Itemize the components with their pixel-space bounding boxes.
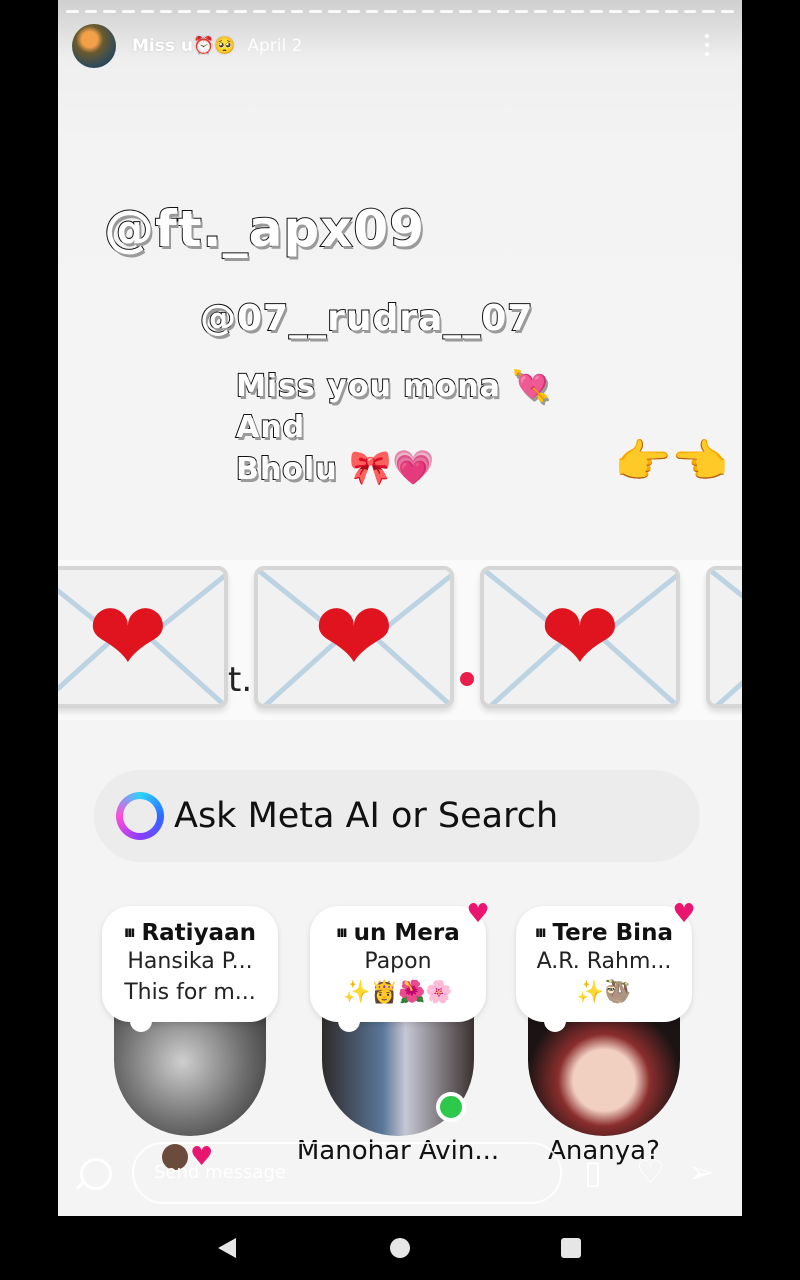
audio-bars-icon: ııı bbox=[336, 923, 348, 941]
screen: Miss u⏰🥺 April 2 @ft._apx09 @07__rudra__… bbox=[0, 0, 800, 1280]
envelope-peek-text: t. bbox=[228, 660, 253, 700]
audio-bars-icon: ııı bbox=[535, 923, 547, 941]
envelope-heart-icon: ❤ bbox=[480, 566, 680, 708]
story-author-avatar[interactable] bbox=[72, 24, 116, 68]
more-vertical-icon[interactable] bbox=[704, 34, 710, 56]
note-song-title: Ratiyaan bbox=[141, 920, 256, 946]
envelope-heart-icon: ❤ bbox=[254, 566, 454, 708]
music-note-bubble[interactable]: ♥ ııı Tere Bina A.R. Rahm... ✨🦥 bbox=[516, 900, 696, 1032]
note-song-title: Tere Bina bbox=[552, 920, 673, 946]
audio-bars-icon: ııı bbox=[124, 923, 136, 941]
meta-ai-icon bbox=[116, 792, 164, 840]
back-icon[interactable] bbox=[218, 1238, 236, 1258]
music-note-bubble[interactable]: ♥ ııı un Mera Papon ✨👸🌺🌸 bbox=[310, 900, 490, 1032]
mention-sticker-2[interactable]: @07__rudra__07 bbox=[199, 297, 533, 340]
story-author-name[interactable]: Miss u⏰🥺 bbox=[132, 36, 235, 56]
liked-heart-icon: ♥ bbox=[672, 899, 696, 929]
bow-heart-emoji: 🎀💗 bbox=[348, 448, 436, 488]
story-date: April 2 bbox=[247, 36, 303, 56]
friend-note-item[interactable]: ♥ ııı un Mera Papon ✨👸🌺🌸 Manohar Avin... bbox=[297, 900, 499, 1166]
note-artist: A.R. Rahm... bbox=[536, 949, 672, 974]
message-line-2: And bbox=[235, 409, 306, 446]
recents-icon[interactable] bbox=[561, 1238, 581, 1258]
story-progress-bar bbox=[66, 10, 734, 13]
online-status-dot bbox=[436, 1092, 466, 1122]
story-message-text: Miss you mona 💘 And Bholu 🎀💗 bbox=[235, 366, 551, 490]
message-line-1: Miss you mona 💘 bbox=[235, 368, 551, 405]
shy-hands-emoji: 👉👈 bbox=[613, 433, 730, 489]
story-reply-bar: Send message ▯ ♡ ➢ bbox=[58, 1136, 742, 1208]
note-text: ✨👸🌺🌸 bbox=[343, 980, 453, 1005]
envelope-heart-icon: ❤ bbox=[58, 566, 228, 708]
camera-icon[interactable] bbox=[80, 1158, 112, 1190]
send-icon[interactable]: ➢ bbox=[688, 1156, 715, 1188]
envelope-sticker-strip: ❤ t. ❤ ❤ bbox=[58, 560, 742, 720]
android-navigation-bar bbox=[0, 1216, 800, 1280]
note-text: ✨🦥 bbox=[576, 980, 632, 1005]
friend-note-item[interactable]: ♥ ııı Tere Bina A.R. Rahm... ✨🦥 Ananya? bbox=[516, 900, 696, 1166]
story-viewer[interactable]: Miss u⏰🥺 April 2 @ft._apx09 @07__rudra__… bbox=[58, 0, 742, 1216]
friend-note-item[interactable]: ııı Ratiyaan Hansika P... This for m... ♥ bbox=[102, 906, 278, 1172]
note-text: This for m... bbox=[124, 980, 256, 1005]
home-icon[interactable] bbox=[390, 1238, 410, 1258]
note-song-title: un Mera bbox=[353, 920, 460, 946]
heart-icon[interactable]: ♡ bbox=[636, 1156, 665, 1188]
envelope-heart-icon bbox=[706, 566, 742, 708]
search-placeholder: Ask Meta AI or Search bbox=[174, 796, 559, 836]
music-note-bubble[interactable]: ııı Ratiyaan Hansika P... This for m... bbox=[102, 906, 278, 1032]
note-artist: Hansika P... bbox=[127, 949, 253, 974]
red-dot bbox=[460, 672, 474, 686]
note-artist: Papon bbox=[364, 949, 432, 974]
meta-ai-search-bar[interactable]: Ask Meta AI or Search bbox=[94, 770, 700, 862]
send-message-input[interactable]: Send message bbox=[132, 1142, 562, 1204]
story-header: Miss u⏰🥺 April 2 bbox=[72, 24, 728, 68]
mention-sticker-1[interactable]: @ft._apx09 bbox=[103, 199, 425, 259]
sticker-icon[interactable]: ▯ bbox=[584, 1156, 602, 1188]
message-line-3: Bholu 🎀💗 bbox=[235, 448, 436, 488]
liked-heart-icon: ♥ bbox=[466, 899, 490, 929]
